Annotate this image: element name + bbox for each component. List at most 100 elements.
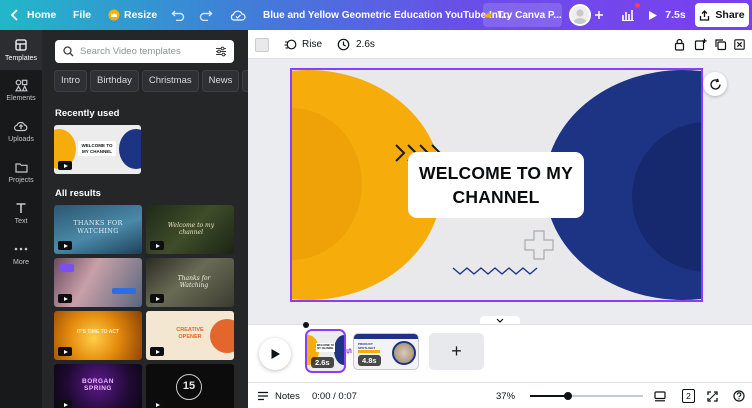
result-thumb-7[interactable]: BORGAN SPRING bbox=[54, 364, 142, 408]
result-thumb-4[interactable]: Thanks for Watching bbox=[146, 258, 234, 307]
animate-button[interactable]: Rise bbox=[284, 30, 322, 59]
lock-icon bbox=[674, 38, 685, 51]
filter-icon[interactable] bbox=[215, 46, 227, 57]
rail-item-text[interactable]: Text bbox=[0, 193, 42, 233]
plus-outline-shape[interactable] bbox=[524, 230, 554, 260]
slide-title[interactable]: WELCOME TO MY CHANNEL bbox=[419, 161, 573, 209]
rail-label: More bbox=[13, 259, 29, 266]
play-icon bbox=[271, 349, 280, 359]
resize-label: Resize bbox=[124, 9, 158, 21]
present-button[interactable]: 7.5s bbox=[644, 3, 690, 27]
try-canva-label: Try Canva P... bbox=[497, 9, 562, 21]
timing-button[interactable]: 2.6s bbox=[337, 30, 375, 59]
rail-item-templates[interactable]: Templates bbox=[0, 30, 42, 70]
chip-birthday[interactable]: Birthday bbox=[90, 70, 139, 92]
fullscreen-button[interactable] bbox=[707, 383, 718, 408]
title-card[interactable]: WELCOME TO MY CHANNEL bbox=[408, 152, 584, 218]
help-icon bbox=[733, 390, 745, 402]
video-badge-icon bbox=[150, 294, 164, 303]
lock-button[interactable] bbox=[674, 30, 685, 59]
result-thumb-6[interactable]: CREATIVE OPENER bbox=[146, 311, 234, 360]
chip-news[interactable]: News bbox=[201, 70, 240, 92]
add-clip-button[interactable]: + bbox=[429, 333, 484, 370]
undo-icon bbox=[171, 10, 185, 21]
zoom-percentage[interactable]: 37% bbox=[496, 383, 515, 408]
page-view-button[interactable] bbox=[654, 383, 666, 408]
home-button[interactable]: Home bbox=[10, 0, 56, 30]
timeline-clip-1[interactable]: WELCOME TO MY CHANNEL 2.6s bbox=[305, 329, 346, 373]
share-button[interactable]: Share bbox=[695, 3, 749, 27]
recently-used-heading: Recently used bbox=[55, 108, 120, 119]
thumb-circle-shape bbox=[210, 319, 234, 353]
timeline-toggle[interactable] bbox=[480, 316, 520, 324]
zoom-slider-fill bbox=[530, 395, 568, 397]
result-thumb-text: BORGAN SPRING bbox=[82, 378, 114, 392]
playhead-marker-icon[interactable] bbox=[303, 322, 309, 328]
result-thumb-3[interactable] bbox=[54, 258, 142, 307]
notes-button[interactable]: Notes bbox=[257, 383, 300, 408]
video-badge-icon bbox=[150, 241, 164, 250]
search-box[interactable]: Search Video templates bbox=[55, 40, 234, 63]
crown-icon bbox=[108, 9, 120, 21]
refresh-button[interactable] bbox=[703, 72, 727, 96]
timeline-play-button[interactable] bbox=[259, 338, 291, 370]
zoom-slider-handle[interactable] bbox=[564, 392, 572, 400]
cloud-saved-button[interactable] bbox=[230, 0, 246, 30]
result-thumb-2[interactable]: Welcome to my channel bbox=[146, 205, 234, 254]
thumb-navy-shape bbox=[119, 129, 141, 169]
rail-item-elements[interactable]: Elements bbox=[0, 70, 42, 110]
chip-christmas[interactable]: Christmas bbox=[141, 70, 199, 92]
rail-item-projects[interactable]: Projects bbox=[0, 152, 42, 192]
chip-intro[interactable]: Intro bbox=[54, 70, 88, 92]
text-icon bbox=[16, 203, 26, 213]
result-thumb-text: THANKS FOR WATCHING bbox=[73, 219, 123, 235]
color-swatch bbox=[255, 37, 269, 52]
share-label: Share bbox=[715, 9, 745, 21]
clip-thumb-text: WELCOME TO MY CHANNEL bbox=[316, 343, 335, 352]
notes-icon bbox=[258, 391, 268, 401]
crown-icon bbox=[485, 12, 492, 18]
rail-item-uploads[interactable]: Uploads bbox=[0, 111, 42, 151]
document-title[interactable]: Blue and Yellow Geometric Education YouT… bbox=[263, 0, 510, 30]
add-collaborator-button[interactable] bbox=[592, 3, 606, 27]
rail-item-more[interactable]: More bbox=[0, 234, 42, 274]
result-thumb-text: 15 bbox=[176, 374, 202, 400]
video-badge-icon bbox=[58, 241, 72, 250]
result-thumb-5[interactable]: IT'S TIME TO ACT bbox=[54, 311, 142, 360]
redo-button[interactable] bbox=[199, 0, 213, 30]
timeline-clip-2[interactable]: PRODUCT SPOTLIGHT 4.8s bbox=[353, 333, 419, 370]
clip-thumb-text: PRODUCT SPOTLIGHT bbox=[358, 342, 376, 350]
search-input[interactable]: Search Video templates bbox=[80, 46, 181, 57]
analytics-button[interactable] bbox=[615, 3, 641, 27]
chevron-down-icon bbox=[496, 318, 504, 323]
background-color-button[interactable] bbox=[255, 30, 269, 59]
duration-label: 2.6s bbox=[356, 39, 375, 50]
slide-title-line1: WELCOME TO MY bbox=[419, 163, 573, 183]
try-canva-pro-button[interactable]: Try Canva P... bbox=[483, 3, 562, 27]
result-thumb-1[interactable]: THANKS FOR WATCHING bbox=[54, 205, 142, 254]
templates-panel: Search Video templates Intro Birthday Chri… bbox=[42, 30, 248, 408]
page-count-button[interactable]: 2 bbox=[682, 383, 695, 408]
resize-button[interactable]: Resize bbox=[108, 0, 157, 30]
duplicate-page-button[interactable] bbox=[694, 30, 707, 59]
transition-icon[interactable] bbox=[344, 346, 353, 356]
rail-label: Uploads bbox=[8, 136, 34, 143]
cloud-check-icon bbox=[230, 10, 246, 21]
result-thumb-8[interactable]: 15 bbox=[146, 364, 234, 408]
elements-icon bbox=[14, 79, 28, 91]
avatar[interactable] bbox=[569, 4, 591, 26]
folder-icon bbox=[14, 162, 28, 173]
plus-icon bbox=[595, 11, 603, 19]
rail-label: Text bbox=[14, 218, 28, 225]
undo-button[interactable] bbox=[171, 0, 185, 30]
notification-dot-icon bbox=[635, 3, 640, 8]
copy-button[interactable] bbox=[714, 30, 727, 59]
zigzag-line-shape[interactable] bbox=[452, 266, 540, 276]
slide-canvas[interactable]: WELCOME TO MY CHANNEL bbox=[290, 68, 703, 302]
clip-photo-circle bbox=[392, 341, 416, 365]
recent-template-thumb[interactable]: WELCOME TO MY CHANNEL bbox=[54, 125, 141, 174]
file-menu[interactable]: File bbox=[73, 0, 91, 30]
refresh-icon bbox=[709, 78, 721, 90]
delete-button[interactable] bbox=[734, 30, 745, 59]
help-button[interactable] bbox=[733, 383, 745, 408]
